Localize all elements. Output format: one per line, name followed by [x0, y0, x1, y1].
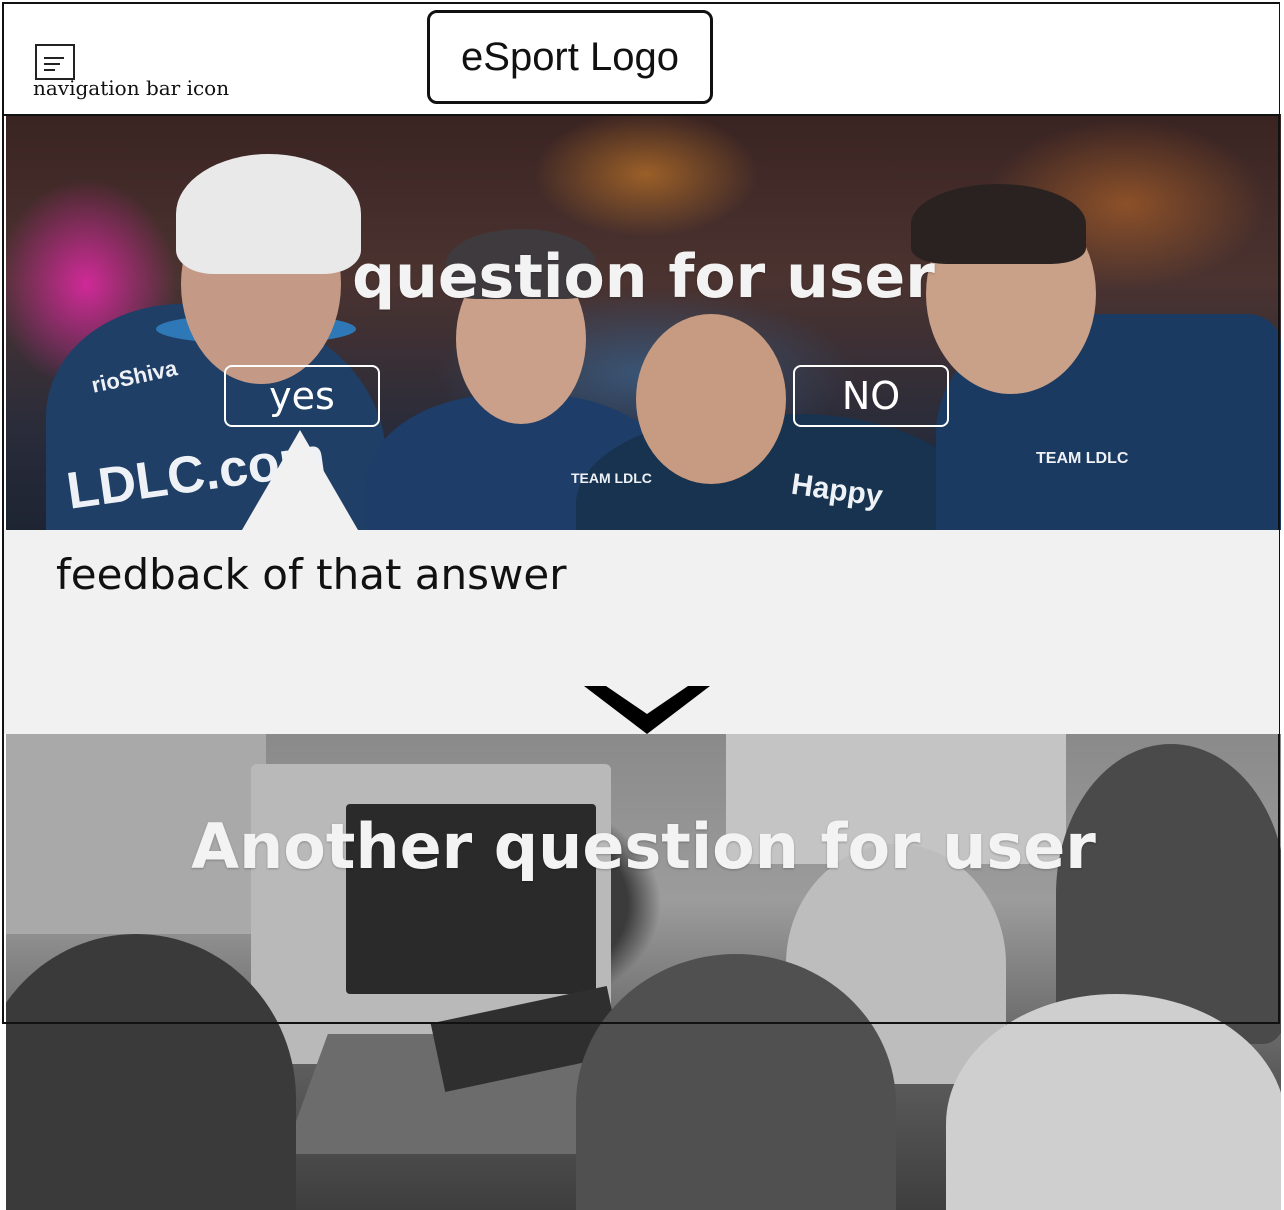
chevron-down-icon[interactable] [584, 686, 710, 734]
yes-button[interactable]: yes [224, 365, 380, 427]
second-question-section: Another question for user [6, 734, 1281, 1210]
menu-line [44, 57, 64, 59]
no-button[interactable]: NO [793, 365, 949, 427]
question-heading: question for user [352, 242, 935, 312]
esport-logo[interactable]: eSport Logo [427, 10, 713, 104]
page: navigation bar icon eSport Logo rioShiva… [0, 0, 1284, 1210]
background-photo-head [636, 314, 786, 484]
header-bar: navigation bar icon eSport Logo [4, 4, 1279, 116]
feedback-pointer-triangle [242, 430, 358, 530]
menu-line [44, 63, 60, 65]
feedback-text: feedback of that answer [56, 550, 567, 599]
menu-line [44, 69, 55, 71]
navigation-menu-icon[interactable] [35, 44, 75, 80]
feedback-panel: feedback of that answer [4, 530, 1279, 734]
nav-icon-caption: navigation bar icon [33, 76, 230, 100]
jersey-print: TEAM LDLC [571, 470, 652, 486]
jersey-print: TEAM LDLC [1036, 450, 1129, 467]
second-question-heading: Another question for user [191, 810, 1096, 883]
hero-question-section: rioShiva LDLC.com Happy TEAM LDLC TEAM L… [6, 114, 1281, 530]
